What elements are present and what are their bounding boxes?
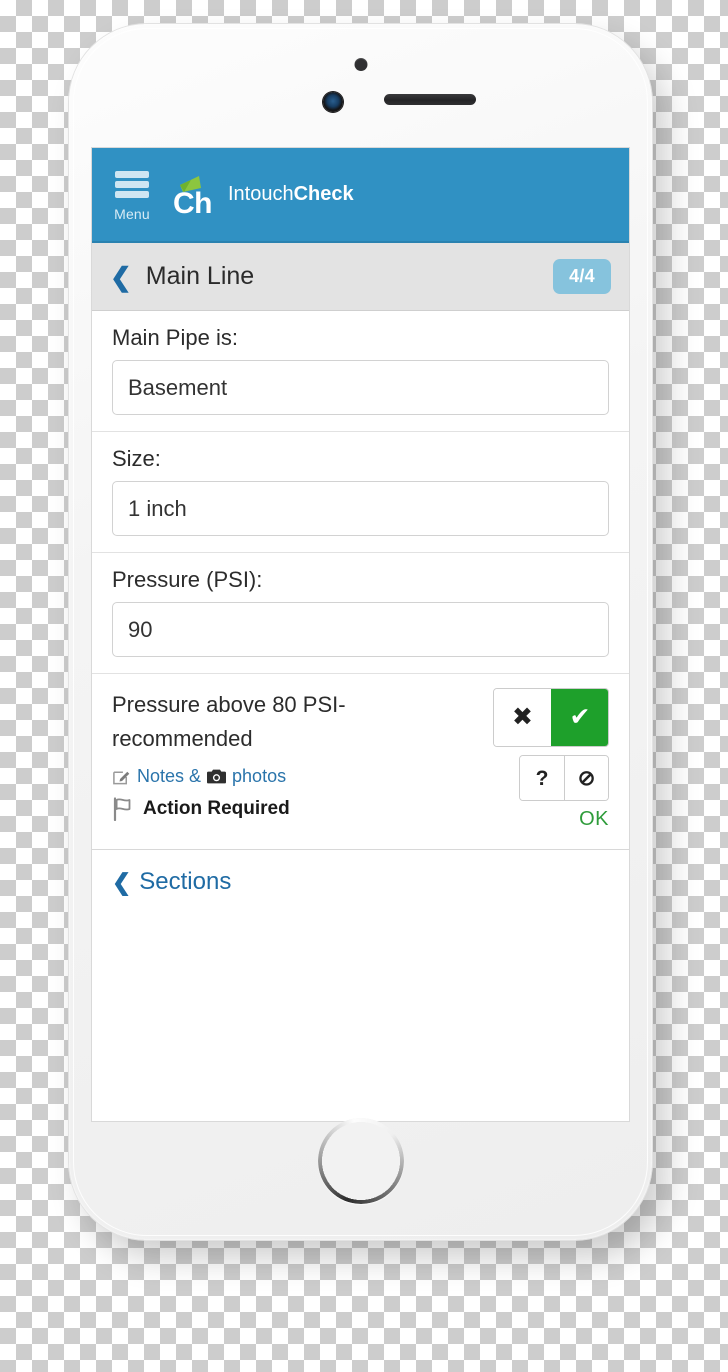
- menu-label: Menu: [114, 206, 150, 222]
- camera-icon: [207, 768, 227, 785]
- pass-button[interactable]: ✔: [551, 689, 608, 746]
- front-camera-icon: [323, 92, 343, 112]
- checklist-item-text: Pressure above 80 PSI- recommended: [112, 692, 346, 752]
- checklist-item: Pressure above 80 PSI- recommended Notes…: [92, 674, 629, 850]
- phone-device: Menu Ch IntouchCheck ❮ Main Line 4/4 Mai…: [69, 24, 652, 1240]
- field-label: Size:: [112, 446, 161, 471]
- progress-badge: 4/4: [553, 259, 611, 294]
- app-header: Menu Ch IntouchCheck: [92, 148, 629, 243]
- checklist-item-controls: ✖ ✔ ? ⊘ OK: [489, 688, 609, 831]
- brand-name: IntouchCheck: [228, 183, 354, 206]
- hamburger-menu-icon: [115, 171, 149, 178]
- brand-name-regular: Intouch: [228, 183, 294, 205]
- chevron-left-icon[interactable]: ❮: [110, 264, 132, 290]
- notes-link[interactable]: Notes &: [137, 766, 201, 787]
- brand-logo: Ch IntouchCheck: [170, 171, 354, 219]
- chevron-left-icon: ❮: [112, 868, 132, 895]
- fail-button[interactable]: ✖: [494, 689, 551, 746]
- sections-link-label: Sections: [139, 868, 232, 895]
- unknown-na-button-group: ? ⊘: [519, 755, 609, 801]
- field-label: Main Pipe is:: [112, 325, 238, 350]
- proximity-sensor-icon: [354, 58, 367, 71]
- unknown-button[interactable]: ?: [520, 756, 564, 800]
- photos-link[interactable]: photos: [232, 766, 286, 787]
- intouchcheck-logo-icon: Ch: [170, 171, 218, 219]
- phone-screen: Menu Ch IntouchCheck ❮ Main Line 4/4 Mai…: [92, 148, 629, 1121]
- hamburger-menu-button[interactable]: Menu: [106, 167, 158, 222]
- pressure-input[interactable]: [112, 602, 609, 657]
- field-label: Pressure (PSI):: [112, 567, 263, 592]
- field-row-main-pipe: Main Pipe is:: [92, 311, 629, 432]
- checklist-item-body: Pressure above 80 PSI- recommended Notes…: [112, 688, 489, 822]
- logo-mark-text: Ch: [173, 186, 213, 220]
- sections-back-link[interactable]: ❮ Sections: [112, 868, 231, 896]
- hamburger-menu-icon: [115, 191, 149, 198]
- not-applicable-button[interactable]: ⊘: [564, 756, 608, 800]
- page-title: Main Line: [145, 262, 255, 290]
- pencil-edit-icon: [112, 767, 131, 786]
- status-badge: OK: [579, 808, 609, 830]
- brand-name-bold: Check: [293, 183, 354, 205]
- action-required-row: Action Required: [112, 797, 477, 822]
- hamburger-menu-icon: [115, 181, 149, 188]
- flag-icon: [112, 797, 134, 822]
- size-input[interactable]: [112, 481, 609, 536]
- earpiece-speaker-icon: [384, 94, 476, 105]
- home-button-icon[interactable]: [317, 1118, 404, 1204]
- main-pipe-input[interactable]: [112, 360, 609, 415]
- action-required-label: Action Required: [143, 798, 290, 820]
- notes-and-photos-row[interactable]: Notes & photos: [112, 766, 477, 787]
- field-row-pressure: Pressure (PSI):: [92, 553, 629, 674]
- field-row-size: Size:: [92, 432, 629, 553]
- subnav-bar: ❮ Main Line 4/4: [92, 243, 629, 311]
- sections-row: ❮ Sections: [92, 850, 629, 914]
- pass-fail-button-group: ✖ ✔: [493, 688, 609, 747]
